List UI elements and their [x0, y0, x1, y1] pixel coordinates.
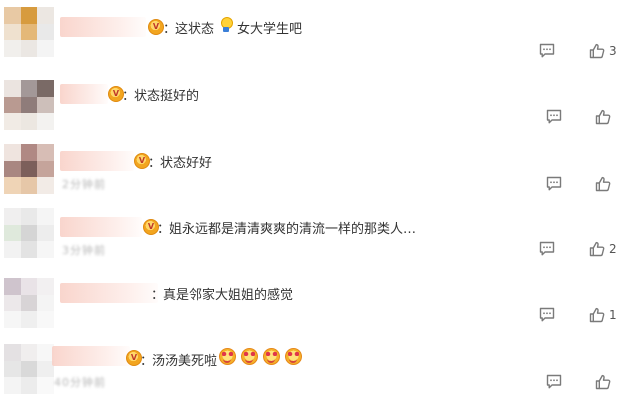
heart-eyes-emoji-icon [219, 348, 236, 365]
comment-icon[interactable] [538, 306, 556, 324]
username[interactable] [60, 84, 108, 104]
thumbs-up-icon[interactable] [594, 373, 612, 391]
comment-text: 状态好好 [160, 156, 213, 171]
comment-time: 3分钟前 [62, 244, 106, 257]
thumbs-up-icon[interactable] [594, 108, 612, 126]
username[interactable] [60, 217, 142, 237]
comment-icon[interactable] [545, 373, 563, 391]
comment-icon[interactable] [545, 175, 563, 193]
comment-time: 40分钟前 [54, 376, 106, 389]
heart-eyes-emoji-icon [263, 348, 280, 365]
comment-icon[interactable] [545, 108, 563, 126]
username[interactable] [60, 151, 134, 171]
avatar[interactable] [4, 208, 54, 258]
like-count: 2 [609, 242, 617, 256]
avatar[interactable] [4, 278, 54, 328]
comment-text: 姐永远都是清清爽爽的清流一样的那类人… [169, 222, 417, 237]
comment-text: 真是邻家大姐姐的感觉 [163, 288, 294, 303]
comment-text: 汤汤美死啦 [152, 354, 218, 369]
like-count: 1 [609, 308, 617, 322]
username[interactable] [60, 283, 158, 303]
heart-eyes-emoji-icon [285, 348, 302, 365]
avatar[interactable] [4, 344, 54, 394]
comment-text: 状态挺好的 [134, 89, 200, 104]
thumbs-up-icon[interactable] [588, 240, 606, 258]
avatar[interactable] [4, 80, 54, 130]
heart-eyes-emoji-icon [241, 348, 258, 365]
avatar[interactable] [4, 144, 54, 194]
comment-item: V ： 汤汤美死啦 40分钟前 [0, 0, 640, 394]
username[interactable] [52, 346, 130, 366]
thumbs-up-icon[interactable] [588, 306, 606, 324]
comment-icon[interactable] [538, 240, 556, 258]
thumbs-up-icon[interactable] [594, 175, 612, 193]
comment-time: 2分钟前 [62, 178, 106, 191]
